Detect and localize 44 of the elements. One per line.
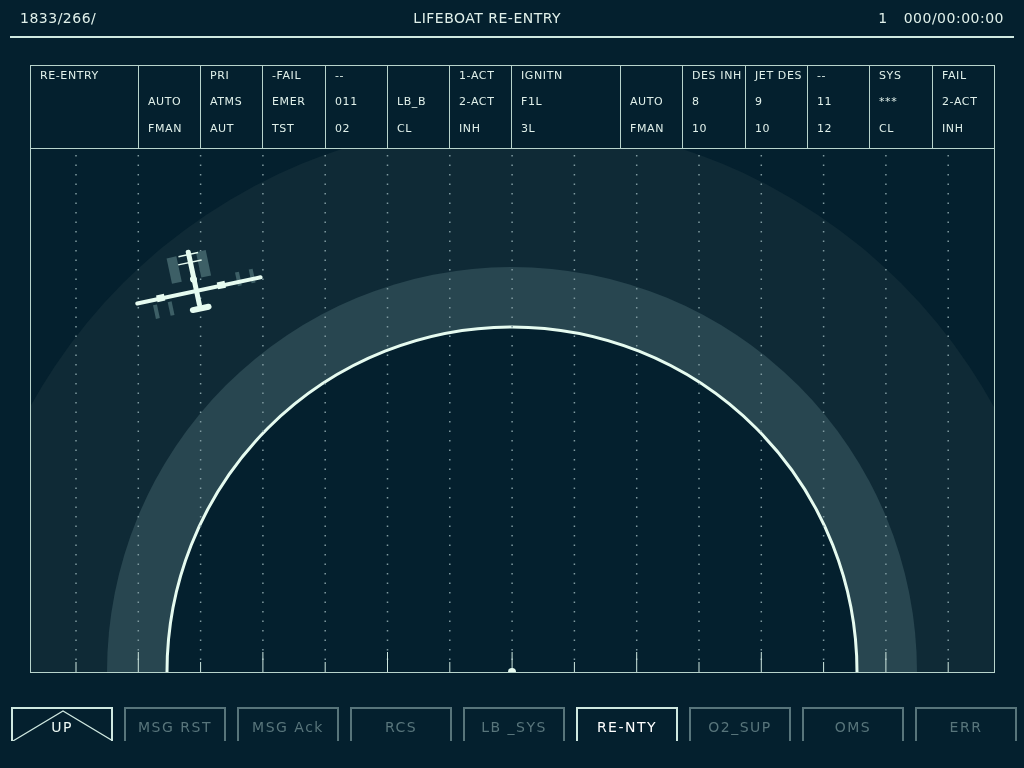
cell-text: FMAN bbox=[630, 121, 664, 135]
cell-text: AUT bbox=[210, 121, 235, 135]
cell-text: RE-ENTRY bbox=[40, 69, 99, 82]
cell-text: 10 bbox=[692, 121, 708, 135]
cell-text: LB_B bbox=[397, 95, 427, 109]
cell-text: 1-ACT bbox=[459, 69, 495, 82]
cell-text: 9 bbox=[755, 95, 763, 109]
cell-text: -- bbox=[335, 69, 345, 82]
cell-text: 011 bbox=[335, 95, 358, 109]
cell-text: AUTO bbox=[148, 95, 182, 109]
cell-text: INH bbox=[459, 121, 481, 135]
cell-text: -- bbox=[817, 69, 827, 82]
cell-text: 8 bbox=[692, 95, 700, 109]
cell-text: 2-ACT bbox=[942, 95, 978, 109]
cell-text: JET DES bbox=[755, 69, 802, 82]
cell-text: IGNITN bbox=[521, 69, 563, 82]
cell-text: CL bbox=[397, 121, 412, 135]
cell-text: *** bbox=[879, 95, 898, 109]
cell-text: 11 bbox=[817, 95, 833, 109]
cell-text: PRI bbox=[210, 69, 230, 82]
cell-text: 12 bbox=[817, 121, 833, 135]
cell-text: 02 bbox=[335, 121, 351, 135]
cell-text: INH bbox=[942, 121, 964, 135]
cell-text: DES INH bbox=[692, 69, 742, 82]
counter: 1 bbox=[878, 10, 888, 26]
tab-button[interactable]: RE-NTY bbox=[576, 707, 678, 741]
cell-text: -FAIL bbox=[272, 69, 302, 82]
cell-text: 2-ACT bbox=[459, 95, 495, 109]
up-button[interactable]: UP bbox=[11, 707, 113, 741]
cell-text: CL bbox=[879, 121, 894, 135]
cell-text: EMER bbox=[272, 95, 306, 109]
screen-title: LIFEBOAT RE-ENTRY bbox=[413, 10, 562, 26]
cell-text: 3L bbox=[521, 121, 536, 135]
cell-text: FMAN bbox=[148, 121, 182, 135]
mission-code: 1833/266/ bbox=[20, 10, 97, 26]
position-marker bbox=[508, 668, 516, 672]
cell-text: SYS bbox=[879, 69, 902, 82]
cell-text: AUTO bbox=[630, 95, 664, 109]
cell-text: TST bbox=[272, 121, 295, 135]
cell-text: ATMS bbox=[210, 95, 243, 109]
cell-text: F1L bbox=[521, 95, 543, 109]
cell-text: FAIL bbox=[942, 69, 967, 82]
cell-text: 10 bbox=[755, 121, 771, 135]
mission-clock: 000/00:00:00 bbox=[903, 10, 1004, 26]
